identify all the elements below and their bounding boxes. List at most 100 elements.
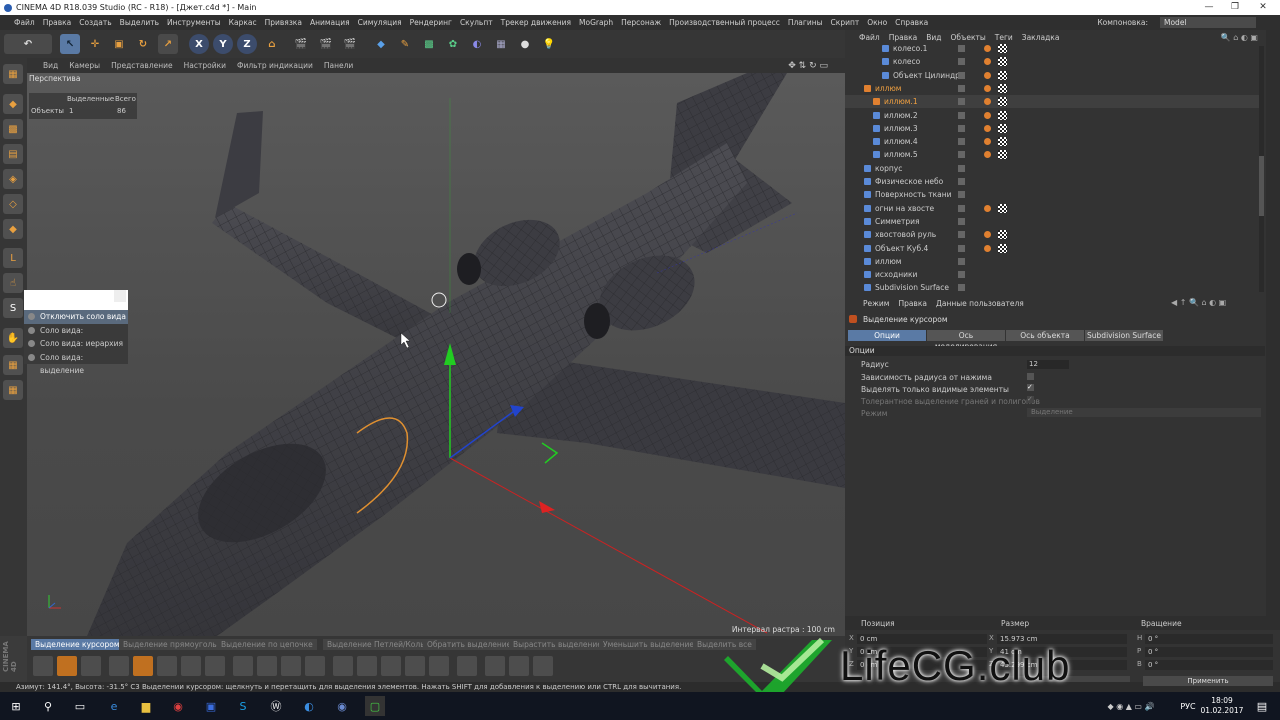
points-mode-icon[interactable]: ◈ xyxy=(3,169,23,189)
phong-tag-icon[interactable] xyxy=(984,84,991,92)
tool-icon-11[interactable] xyxy=(281,656,301,676)
object-row[interactable]: Subdivision Surface xyxy=(845,281,1260,294)
layout-dropdown[interactable]: Model xyxy=(1160,17,1256,28)
tool-icon-10[interactable] xyxy=(257,656,277,676)
object-row[interactable]: иллюм.4 xyxy=(845,135,1260,148)
material-tag-icon[interactable] xyxy=(998,230,1007,240)
chrome-icon[interactable]: ◉ xyxy=(168,696,188,716)
visibility-toggle[interactable] xyxy=(958,71,965,79)
save-app-icon[interactable]: ▣ xyxy=(201,696,221,716)
visibility-toggle[interactable] xyxy=(958,84,965,92)
scale-icon[interactable]: ▣ xyxy=(109,34,129,54)
floor-icon[interactable]: ▦ xyxy=(491,34,511,54)
render-settings-icon[interactable]: 🎬 xyxy=(340,34,360,54)
edges-mode-icon[interactable]: ◇ xyxy=(3,194,23,214)
rotation-field[interactable]: 0 ° xyxy=(1145,647,1273,657)
edge-icon[interactable]: e xyxy=(104,696,124,716)
tolerant-selection-checkbox[interactable]: ✓ xyxy=(1027,396,1034,403)
tool-icon-16[interactable] xyxy=(405,656,425,676)
am-tab-modeling-axis[interactable]: Ось моделирования xyxy=(927,330,1005,351)
visibility-toggle[interactable] xyxy=(958,111,965,119)
skype-icon[interactable]: S xyxy=(233,696,253,716)
task-view-icon[interactable]: ▭ xyxy=(70,696,90,716)
menu-animate[interactable]: Анимация xyxy=(310,18,350,27)
tab-live-selection[interactable]: Выделение курсором xyxy=(31,639,124,650)
visibility-toggle[interactable] xyxy=(958,58,965,66)
vp-menu-panel[interactable]: Панели xyxy=(324,61,353,70)
visible-only-checkbox[interactable]: ✓ xyxy=(1027,384,1034,391)
menu-render[interactable]: Рендеринг xyxy=(410,18,452,27)
material-tag-icon[interactable] xyxy=(998,150,1007,160)
menu-snap[interactable]: Привязка xyxy=(265,18,302,27)
material-tag-icon[interactable] xyxy=(998,57,1007,67)
live-selection-icon[interactable]: ↖ xyxy=(60,34,80,54)
move-icon[interactable]: ✛ xyxy=(85,34,105,54)
tab-invert-selection[interactable]: Обратить выделение xyxy=(423,639,516,650)
solo-single-item[interactable]: Соло вида: отдельный xyxy=(24,323,128,348)
cinema4d-icon[interactable]: ◉ xyxy=(332,696,352,716)
visibility-toggle[interactable] xyxy=(958,98,965,106)
tool-icon-21[interactable] xyxy=(533,656,553,676)
pressure-radius-checkbox[interactable] xyxy=(1027,373,1034,380)
material-tag-icon[interactable] xyxy=(998,44,1007,53)
tool-icon-8[interactable] xyxy=(205,656,225,676)
camtasia-icon[interactable]: ▢ xyxy=(365,696,385,716)
phong-tag-icon[interactable] xyxy=(984,231,991,239)
search-icon[interactable]: ⚲ xyxy=(38,696,58,716)
radius-input[interactable]: 12 xyxy=(1027,360,1069,369)
solo-off-item[interactable]: Отключить соло вида xyxy=(24,310,128,324)
visibility-toggle[interactable] xyxy=(958,178,965,185)
visibility-toggle[interactable] xyxy=(958,231,965,239)
phong-tag-icon[interactable] xyxy=(984,58,991,66)
make-editable-icon[interactable]: ▦ xyxy=(3,64,23,84)
grid-icon[interactable]: ▦ xyxy=(3,380,23,400)
solo-selection-item[interactable]: Соло вида: выделение xyxy=(24,350,128,375)
tool-icon-2[interactable] xyxy=(57,656,77,676)
tool-icon-13[interactable] xyxy=(333,656,353,676)
apply-button[interactable]: Применить xyxy=(1143,676,1273,686)
menu-simulate[interactable]: Симуляция xyxy=(358,18,402,27)
tool-icon-12[interactable] xyxy=(305,656,325,676)
array-icon[interactable]: ✿ xyxy=(443,34,463,54)
tool-icon-7[interactable] xyxy=(181,656,201,676)
tweak-icon[interactable]: ☝ xyxy=(3,273,23,293)
z-axis-lock-icon[interactable]: Z xyxy=(237,34,257,54)
menu-edit[interactable]: Правка xyxy=(43,18,72,27)
solo-icon[interactable]: S xyxy=(3,298,23,318)
tab-shrink-selection[interactable]: Уменьшить выделение xyxy=(599,639,699,650)
am-menu-user-data[interactable]: Данные пользователя xyxy=(936,299,1024,308)
phong-tag-icon[interactable] xyxy=(984,71,991,79)
object-row[interactable]: исходники xyxy=(845,268,1260,281)
vp-menu-options[interactable]: Настройки xyxy=(184,61,226,70)
menu-window[interactable]: Окно xyxy=(867,18,887,27)
subdivision-icon[interactable]: ▩ xyxy=(419,34,439,54)
tool-icon-6[interactable] xyxy=(157,656,177,676)
explorer-icon[interactable]: ▆ xyxy=(136,696,156,716)
material-tag-icon[interactable] xyxy=(998,110,1007,120)
menu-character[interactable]: Персонаж xyxy=(621,18,661,27)
object-row[interactable]: Физическое небо xyxy=(845,175,1260,188)
vp-menu-filter[interactable]: Фильтр индикации xyxy=(237,61,313,70)
am-tab-options[interactable]: Опции xyxy=(848,330,926,341)
tool-icon-4[interactable] xyxy=(109,656,129,676)
object-row[interactable]: иллюм.1 xyxy=(845,95,1260,109)
tool-icon-14[interactable] xyxy=(357,656,377,676)
object-row[interactable]: иллюм.5 xyxy=(845,148,1260,161)
language-indicator[interactable]: РУС xyxy=(1176,696,1200,716)
material-tag-icon[interactable] xyxy=(998,70,1007,80)
vp-menu-display[interactable]: Представление xyxy=(111,61,173,70)
menu-mograph[interactable]: MoGraph xyxy=(579,18,613,27)
visibility-toggle[interactable] xyxy=(958,151,965,159)
x-axis-lock-icon[interactable]: X xyxy=(189,34,209,54)
material-tag-icon[interactable] xyxy=(998,123,1007,133)
am-menu-edit[interactable]: Правка xyxy=(898,299,927,308)
model-mode-icon[interactable]: ◆ xyxy=(3,94,23,114)
minimize-button[interactable]: — xyxy=(1196,0,1222,15)
y-axis-lock-icon[interactable]: Y xyxy=(213,34,233,54)
menu-file[interactable]: Файл xyxy=(14,18,35,27)
solo-hierarchy-item[interactable]: Соло вида: иерархия xyxy=(24,337,128,351)
visibility-toggle[interactable] xyxy=(958,191,965,199)
material-tag-icon[interactable] xyxy=(998,243,1007,253)
object-row[interactable]: Симметрия xyxy=(845,215,1260,228)
tool-icon-1[interactable] xyxy=(33,656,53,676)
